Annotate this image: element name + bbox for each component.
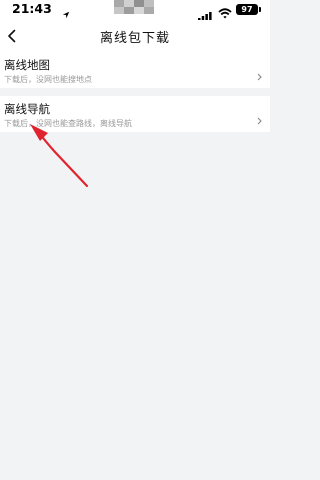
item-subtitle: 下载后，没网也能搜地点 [4, 75, 92, 84]
item-title: 离线导航 [4, 102, 50, 116]
screen: 21:43 97 离线包下载 离线地图 下载后，没网也能搜地点 离线导航 下载后… [0, 0, 270, 480]
blurred-notch-area [114, 0, 154, 14]
chevron-right-icon [257, 110, 262, 129]
nav-bar: 离线包下载 [0, 20, 270, 52]
status-time: 21:43 [12, 1, 52, 16]
item-subtitle: 下载后，没网也能查路线，离线导航 [4, 119, 132, 128]
list-item-offline-map[interactable]: 离线地图 下载后，没网也能搜地点 [0, 52, 270, 88]
chevron-right-icon [257, 66, 262, 85]
status-bar: 21:43 97 [0, 0, 270, 21]
battery-icon: 97 [236, 4, 261, 15]
list-item-offline-navigation[interactable]: 离线导航 下载后，没网也能查路线，离线导航 [0, 96, 270, 132]
offline-package-list: 离线地图 下载后，没网也能搜地点 离线导航 下载后，没网也能查路线，离线导航 [0, 52, 270, 132]
page-title: 离线包下载 [99, 31, 170, 46]
item-title: 离线地图 [4, 58, 50, 72]
